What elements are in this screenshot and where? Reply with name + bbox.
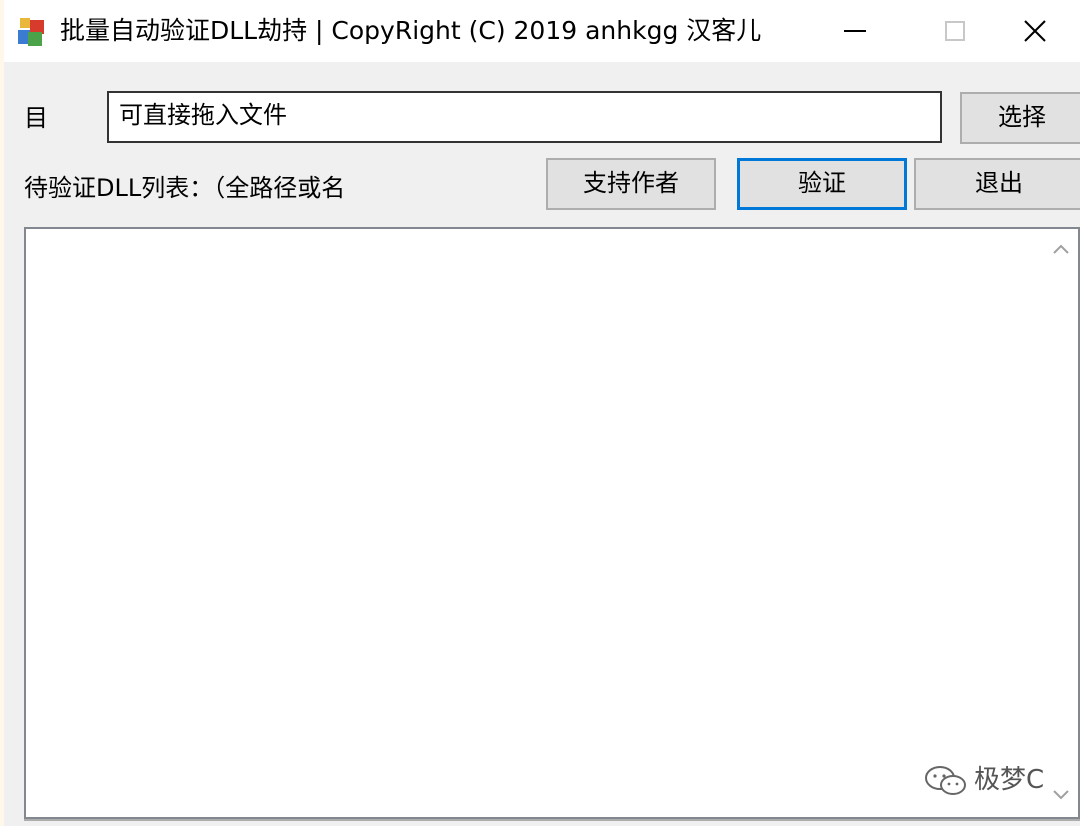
vertical-scrollbar[interactable] — [1044, 229, 1078, 817]
minimize-button[interactable] — [810, 0, 900, 62]
chevron-down-icon[interactable] — [1050, 783, 1072, 805]
select-button[interactable]: 选择 — [960, 92, 1080, 144]
verify-button[interactable]: 验证 — [737, 158, 907, 210]
app-window: 批量自动验证DLL劫持 | CopyRight (C) 2019 anhkgg … — [4, 0, 1080, 826]
dll-list-label: 待验证DLL列表：（全路径或名 — [24, 174, 346, 202]
maximize-button — [910, 0, 1000, 62]
bottom-edge — [24, 819, 1080, 826]
wechat-icon — [925, 765, 966, 795]
target-label: 目 — [24, 104, 48, 132]
window-title: 批量自动验证DLL劫持 | CopyRight (C) 2019 anhkgg … — [60, 16, 762, 45]
dll-list-textarea[interactable] — [24, 227, 1080, 819]
close-button[interactable] — [990, 0, 1080, 62]
title-bar[interactable]: 批量自动验证DLL劫持 | CopyRight (C) 2019 anhkgg … — [4, 0, 1080, 62]
app-icon[interactable] — [14, 14, 50, 50]
exit-button[interactable]: 退出 — [914, 158, 1080, 210]
minimize-icon — [844, 30, 866, 32]
chevron-up-icon[interactable] — [1050, 239, 1072, 261]
watermark: 极梦C — [924, 760, 1044, 800]
support-author-button[interactable]: 支持作者 — [546, 158, 716, 210]
target-path-input[interactable]: 可直接拖入文件 — [107, 91, 942, 143]
watermark-text: 极梦C — [974, 765, 1045, 795]
maximize-icon — [945, 21, 965, 41]
close-icon — [1024, 20, 1046, 42]
